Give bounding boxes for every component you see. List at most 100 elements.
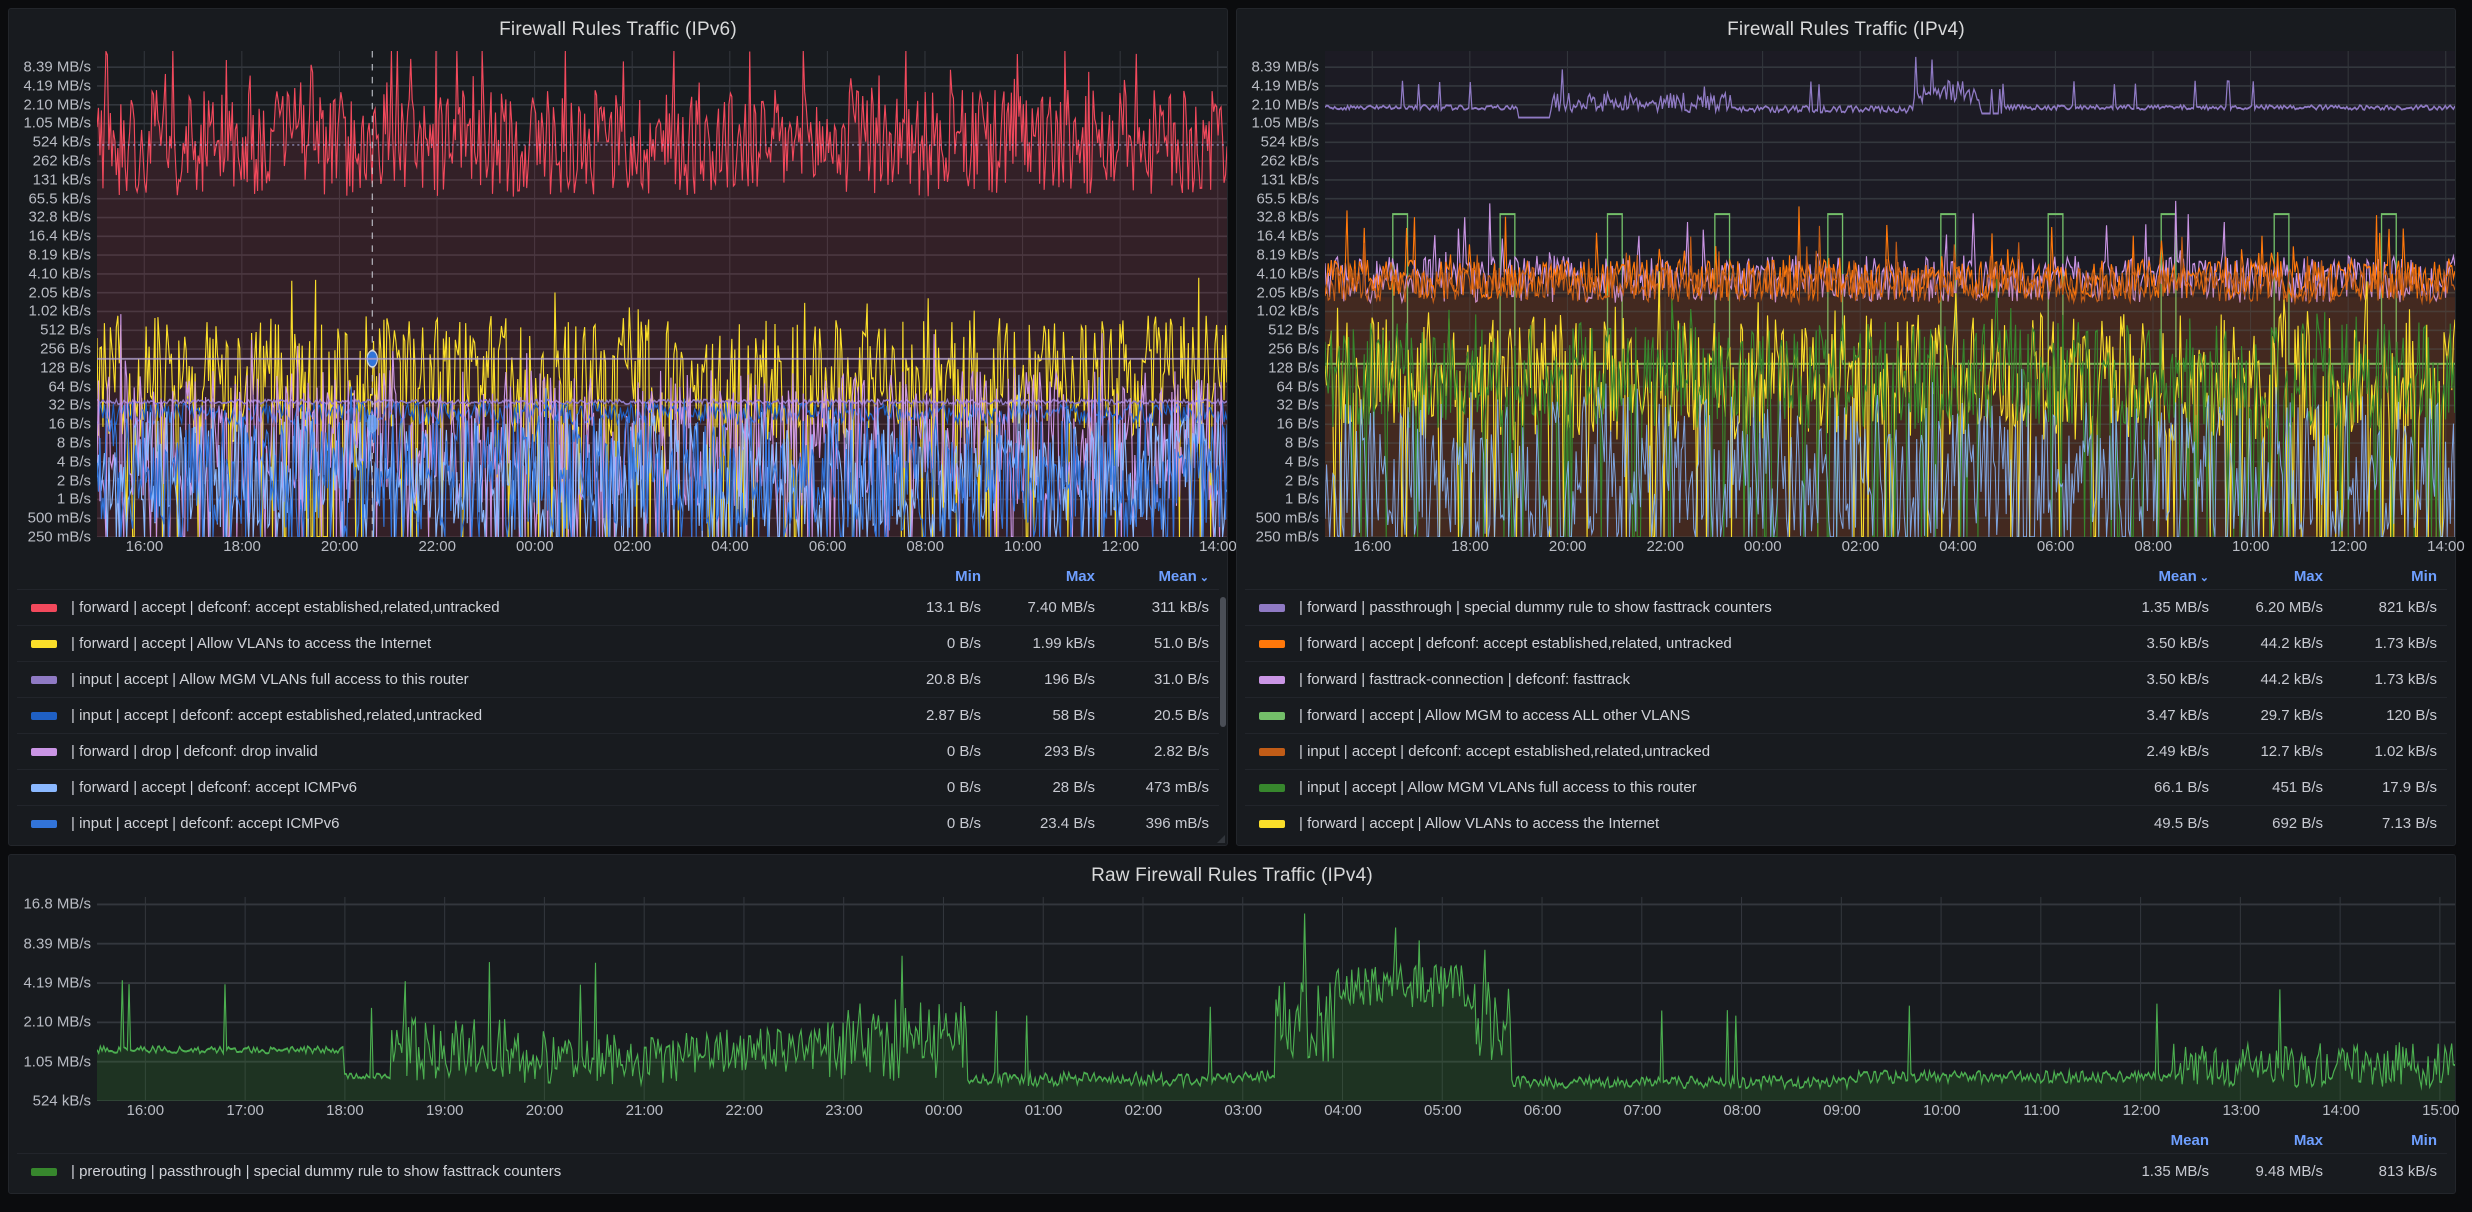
series-color-swatch[interactable] [31,748,57,756]
x-axis-tick: 07:00 [1624,1103,1662,1118]
legend-series-label[interactable]: | forward | passthrough | special dummy … [1299,599,2105,616]
legend-series-label[interactable]: | forward | accept | Allow VLANs to acce… [71,635,877,652]
legend-series-label[interactable]: | input | accept | Allow MGM VLANs full … [71,671,877,688]
legend-series-label[interactable]: | prerouting | passthrough | special dum… [71,1163,2105,1180]
legend-row[interactable]: | forward | accept | defconf: accept est… [17,589,1219,625]
legend-row[interactable]: | input | accept | defconf: accept estab… [1245,733,2447,769]
legend-series-label[interactable]: | forward | drop | defconf: drop invalid [71,743,877,760]
plot-canvas[interactable] [1325,51,2455,537]
y-axis-tick: 256 B/s [40,342,91,357]
legend-row[interactable]: | forward | fasttrack-connection | defco… [1245,661,2447,697]
graph-area[interactable]: 8.39 MB/s4.19 MB/s2.10 MB/s1.05 MB/s524 … [1237,51,2455,537]
series-color-swatch[interactable] [1259,784,1285,792]
series-color-swatch[interactable] [1259,640,1285,648]
series-color-swatch[interactable] [31,604,57,612]
legend-value-max: 451 B/s [2219,779,2333,796]
legend-series-label[interactable]: | forward | accept | defconf: accept ICM… [71,779,877,796]
legend-col-max[interactable]: Max [991,568,1105,585]
y-axis-tick: 1 B/s [57,492,91,507]
legend-col-mean[interactable]: Mean [2105,1132,2219,1149]
legend[interactable]: Min Max Mean⌄ | forward | accept | defco… [9,563,1227,845]
x-axis-tick: 11:00 [2023,1103,2059,1118]
x-axis-tick: 17:00 [226,1103,264,1118]
legend-header: Min Max Mean⌄ [17,563,1219,589]
legend-series-label[interactable]: | forward | accept | defconf: accept est… [71,599,877,616]
legend-col-max[interactable]: Max [2219,1132,2333,1149]
legend-value-max: 29.7 kB/s [2219,707,2333,724]
x-axis-tick: 08:00 [1723,1103,1761,1118]
legend-row[interactable]: | forward | accept | defconf: accept est… [1245,625,2447,661]
legend-col-min[interactable]: Min [2333,568,2447,585]
legend-series-label[interactable]: | input | accept | defconf: accept estab… [71,707,877,724]
panel-resize-handle[interactable] [1216,834,1225,843]
legend-scrollbar[interactable] [1220,597,1226,727]
legend-row[interactable]: | forward | accept | Allow VLANs to acce… [17,625,1219,661]
legend-series-label[interactable]: | forward | accept | Allow MGM to access… [1299,707,2105,724]
legend-col-min[interactable]: Min [877,568,991,585]
legend[interactable]: Mean⌄ Max Min | forward | passthrough | … [1237,563,2455,845]
y-axis-tick: 2.05 kB/s [1256,285,1319,300]
y-axis-tick: 16 B/s [1276,417,1319,432]
legend-value-max: 196 B/s [991,671,1105,688]
legend-row[interactable]: | input | accept | Allow MGM VLANs full … [17,661,1219,697]
y-axis-tick: 8.19 kB/s [28,248,91,263]
panel-title[interactable]: Firewall Rules Traffic (IPv6) [9,9,1227,51]
x-axis-tick: 09:00 [1823,1103,1861,1118]
legend-col-min[interactable]: Min [2333,1132,2447,1149]
series-color-swatch[interactable] [1259,676,1285,684]
y-axis-tick: 1.05 MB/s [23,1054,91,1069]
legend-row[interactable]: | forward | drop | defconf: drop invalid… [17,733,1219,769]
legend-series-label[interactable]: | input | accept | Allow MGM VLANs full … [1299,779,2105,796]
legend-value-mean: 3.50 kB/s [2105,635,2219,652]
y-axis-tick: 8.39 MB/s [23,936,91,951]
legend-series-label[interactable]: | input | accept | defconf: accept ICMPv… [71,815,877,832]
series-color-swatch[interactable] [1259,820,1285,828]
graph-area[interactable]: 16.8 MB/s8.39 MB/s4.19 MB/s2.10 MB/s1.05… [9,897,2455,1101]
graph-area[interactable]: 8.39 MB/s4.19 MB/s2.10 MB/s1.05 MB/s524 … [9,51,1227,537]
series-color-swatch[interactable] [31,676,57,684]
legend[interactable]: Mean Max Min | prerouting | passthrough … [9,1127,2455,1193]
legend-series-label[interactable]: | forward | accept | defconf: accept est… [1299,635,2105,652]
legend-series-label[interactable]: | forward | accept | Allow VLANs to acce… [1299,815,2105,832]
legend-row[interactable]: | forward | passthrough | special dummy … [1245,589,2447,625]
legend-row[interactable]: | forward | accept | Allow MGM to access… [1245,697,2447,733]
legend-row[interactable]: | forward | accept | defconf: accept ICM… [17,769,1219,805]
y-axis-tick: 250 mB/s [28,530,91,545]
y-axis-tick: 128 B/s [40,360,91,375]
legend-row[interactable]: | input | accept | defconf: accept ICMPv… [17,805,1219,841]
legend-value-min: 120 B/s [2333,707,2447,724]
y-axis-tick: 32 B/s [48,398,91,413]
series-color-swatch[interactable] [31,1168,57,1176]
series-color-swatch[interactable] [1259,748,1285,756]
series-color-swatch[interactable] [31,640,57,648]
y-axis: 8.39 MB/s4.19 MB/s2.10 MB/s1.05 MB/s524 … [9,51,97,537]
y-axis-tick: 512 B/s [1268,323,1319,338]
plot-canvas[interactable] [97,897,2455,1101]
series-color-swatch[interactable] [31,712,57,720]
y-axis-tick: 2.10 MB/s [1251,97,1319,112]
legend-col-mean[interactable]: Mean⌄ [2105,568,2219,585]
legend-row[interactable]: | prerouting | passthrough | special dum… [17,1153,2447,1189]
x-axis-tick: 02:00 [1842,539,1880,554]
series-color-swatch[interactable] [31,820,57,828]
legend-col-max[interactable]: Max [2219,568,2333,585]
y-axis-tick: 8.19 kB/s [1256,248,1319,263]
y-axis-tick: 250 mB/s [1256,530,1319,545]
panel-title[interactable]: Raw Firewall Rules Traffic (IPv4) [9,855,2455,897]
legend-value-mean: 20.5 B/s [1105,707,1219,724]
legend-row[interactable]: | input | accept | Allow MGM VLANs full … [1245,769,2447,805]
legend-series-label[interactable]: | forward | fasttrack-connection | defco… [1299,671,2105,688]
legend-col-mean[interactable]: Mean⌄ [1105,568,1219,585]
chart-svg [1325,51,2455,537]
series-color-swatch[interactable] [1259,712,1285,720]
legend-series-label[interactable]: | input | accept | defconf: accept estab… [1299,743,2105,760]
series-color-swatch[interactable] [31,784,57,792]
legend-value-mean: 1.35 MB/s [2105,1163,2219,1180]
panel-title[interactable]: Firewall Rules Traffic (IPv4) [1237,9,2455,51]
legend-row[interactable]: | forward | accept | Allow VLANs to acce… [1245,805,2447,841]
series-color-swatch[interactable] [1259,604,1285,612]
x-axis-tick: 06:00 [2037,539,2075,554]
legend-row[interactable]: | input | accept | defconf: accept estab… [17,697,1219,733]
plot-canvas[interactable] [97,51,1227,537]
x-axis-tick: 15:00 [2422,1103,2460,1118]
